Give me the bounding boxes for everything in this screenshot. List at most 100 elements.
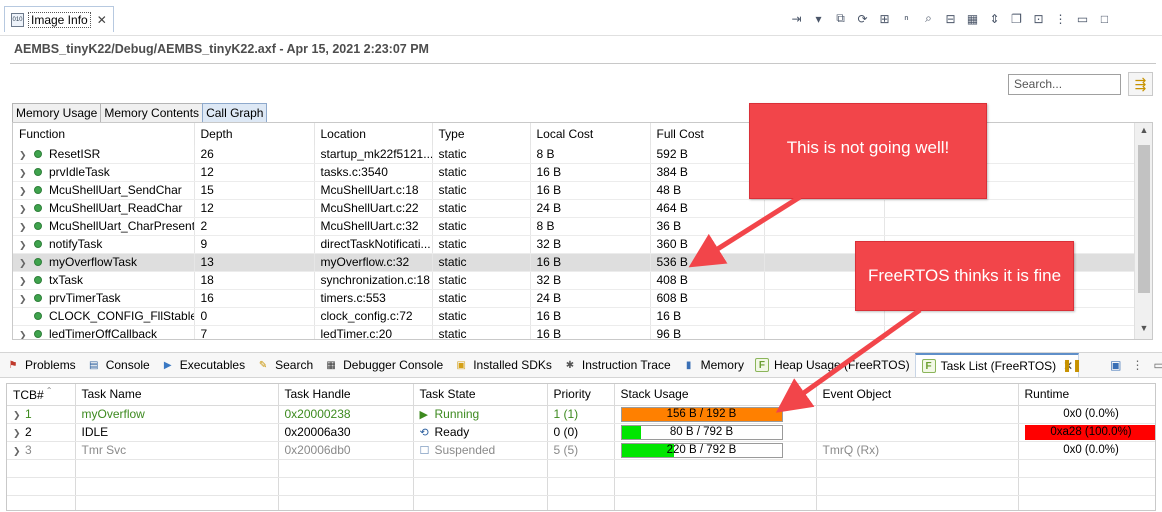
function-cell: ❯ myOverflowTask — [13, 253, 195, 272]
tab-installed-sdks[interactable]: ▣ Installed SDKs — [448, 353, 557, 377]
image-info-icon: 010 — [11, 12, 24, 27]
column-header[interactable]: Local Cost — [530, 123, 651, 145]
chevron-right-icon[interactable]: ❯ — [13, 446, 25, 457]
tab-search[interactable]: ✎ Search — [250, 353, 318, 377]
tab-debugger-console[interactable]: ▦ Debugger Console — [318, 353, 448, 377]
column-header[interactable]: Full Cost — [650, 123, 765, 145]
tab-memory-usage[interactable]: Memory Usage — [12, 103, 101, 123]
chevron-right-icon[interactable]: ❯ — [19, 330, 31, 339]
empty-cell — [413, 459, 548, 478]
call-graph-row[interactable]: ❯ McuShellUart_ReadChar 12 McuShellUart.c:2… — [13, 199, 1136, 218]
column-header[interactable]: Event Object — [816, 384, 1019, 406]
import-icon[interactable]: ⇥ — [787, 9, 806, 28]
call-graph-row[interactable]: ❯ ledTimerOffCallback 7 ledTimer.c:20 static… — [13, 325, 1136, 339]
tab-executables[interactable]: ▶ Executables — [155, 353, 250, 377]
view-menu-icon[interactable]: ⋮ — [1051, 9, 1070, 28]
column-header[interactable]: Location — [314, 123, 433, 145]
compare-icon[interactable]: ⊟ — [941, 9, 960, 28]
chevron-right-icon[interactable]: ❯ — [19, 186, 31, 197]
tab-memory-contents[interactable]: Memory Contents — [100, 103, 203, 123]
column-header[interactable]: Runtime — [1018, 384, 1155, 406]
depth-cell: 15 — [194, 181, 315, 200]
minimize-icon[interactable]: ▭ — [1153, 358, 1162, 372]
task-handle: 0x20006db0 — [278, 441, 414, 460]
function-status-icon — [34, 330, 42, 338]
new-window-icon[interactable]: ⊡ — [1029, 9, 1048, 28]
call-graph-row[interactable]: ❯ McuShellUart_CharPresent 2 McuShellUart.c… — [13, 217, 1136, 236]
type-cell: static — [432, 145, 531, 164]
chevron-right-icon[interactable]: ❯ — [19, 168, 31, 179]
function-name: McuShellUart_CharPresent — [49, 219, 194, 233]
tab-instruction-trace[interactable]: ✱ Instruction Trace — [557, 353, 676, 377]
vertical-scrollbar[interactable]: ▲ ▼ — [1134, 123, 1152, 339]
chevron-right-icon[interactable]: ❯ — [13, 428, 25, 439]
chevron-right-icon[interactable]: ❯ — [19, 150, 31, 161]
callout-freertos-fine: FreeRTOS thinks it is fine — [855, 241, 1074, 311]
scroll-down-icon[interactable]: ▼ — [1135, 323, 1152, 333]
column-header[interactable]: Stack Usage — [614, 384, 817, 406]
search-options-button[interactable]: ⇶ — [1128, 72, 1153, 96]
dropdown-icon[interactable]: ▾ — [809, 9, 828, 28]
chevron-right-icon[interactable]: ❯ — [19, 258, 31, 269]
copy-icon[interactable]: ⧉ — [831, 9, 850, 28]
tab-console[interactable]: ▤ Console — [81, 353, 155, 377]
stack-usage-cell: 156 B / 192 B — [614, 405, 817, 424]
column-header[interactable]: Priority — [547, 384, 615, 406]
column-header[interactable]: Function — [13, 123, 195, 145]
empty-row — [7, 495, 1155, 510]
column-header[interactable]: Task Handle — [278, 384, 414, 406]
column-header[interactable]: Task Name — [75, 384, 279, 406]
location-cell: startup_mk22f5121... — [314, 145, 433, 164]
hex-icon[interactable]: ⁿ — [897, 9, 916, 28]
full-cell: 592 B — [650, 145, 765, 164]
local-cell: 8 B — [530, 217, 651, 236]
scroll-up-icon[interactable]: ▲ — [1135, 125, 1152, 135]
full-cell: 16 B — [650, 307, 765, 326]
sort-up-icon: ⌃ — [45, 386, 53, 396]
view-menu-icon[interactable]: ⋮ — [1131, 358, 1143, 372]
tab-problems[interactable]: ⚑ Problems — [0, 353, 81, 377]
task-row[interactable]: ❯ 1 myOverflow 0x20000238 ▶ Running 1 (1) 156 B… — [7, 405, 1155, 424]
chevron-right-icon[interactable]: ❯ — [19, 204, 31, 215]
minimize-icon[interactable]: ▭ — [1073, 9, 1092, 28]
tab-heap-usage-freertos[interactable]: F Heap Usage (FreeRTOS) — [749, 353, 915, 377]
save-icon[interactable]: ▣ — [1110, 358, 1121, 372]
maximize-icon[interactable]: □ — [1095, 9, 1114, 28]
search-icon[interactable]: ⌕ — [919, 9, 938, 28]
expand-icon[interactable]: ⇕ — [985, 9, 1004, 28]
close-icon[interactable]: ✕ — [97, 13, 107, 27]
column-header[interactable]: Depth — [194, 123, 315, 145]
empty-cell — [764, 217, 885, 236]
tab-task-list-freertos[interactable]: F Task List (FreeRTOS) ✕ — [914, 353, 1080, 377]
column-header[interactable]: Task State — [413, 384, 548, 406]
column-header[interactable]: Type — [432, 123, 531, 145]
empty-cell — [1018, 459, 1155, 478]
location-cell: tasks.c:3540 — [314, 163, 433, 182]
refresh-icon[interactable]: ⟳ — [853, 9, 872, 28]
location-cell: timers.c:553 — [314, 289, 433, 308]
function-name: ResetISR — [49, 146, 101, 161]
chevron-right-icon[interactable]: ❯ — [19, 240, 31, 251]
tab-call-graph[interactable]: Call Graph — [202, 103, 268, 123]
search-input[interactable]: Search... — [1008, 74, 1121, 95]
empty-cell — [7, 459, 76, 478]
event-object — [816, 405, 1019, 424]
chevron-right-icon[interactable]: ❯ — [19, 294, 31, 305]
chevron-right-icon[interactable]: ❯ — [19, 276, 31, 287]
binary-icon[interactable]: ⊞ — [875, 9, 894, 28]
chevron-right-icon[interactable]: ❯ — [13, 410, 25, 421]
task-row[interactable]: ❯ 3 Tmr Svc 0x20006db0 ☐ Suspended 5 (5) 220 B … — [7, 441, 1155, 460]
view-tab-image-info[interactable]: 010 Image Info ✕ — [4, 6, 114, 32]
type-cell: static — [432, 271, 531, 290]
task-row[interactable]: ❯ 2 IDLE 0x20006a30 ⟲ Ready 0 (0) 80 B / 792 B0… — [7, 423, 1155, 442]
pages-icon[interactable]: ❐ — [1007, 9, 1026, 28]
task-priority: 1 (1) — [547, 405, 615, 424]
tab-memory[interactable]: ▮ Memory — [676, 353, 749, 377]
bits-icon[interactable]: ▦ — [963, 9, 982, 28]
scrollbar-thumb[interactable] — [1138, 145, 1150, 293]
pause-icon[interactable]: ❚❚ — [1062, 358, 1082, 372]
function-status-icon — [34, 240, 42, 248]
chevron-right-icon[interactable]: ❯ — [19, 222, 31, 233]
task-state: Running — [434, 407, 480, 421]
column-header[interactable]: TCB# ⌃ — [7, 384, 76, 406]
